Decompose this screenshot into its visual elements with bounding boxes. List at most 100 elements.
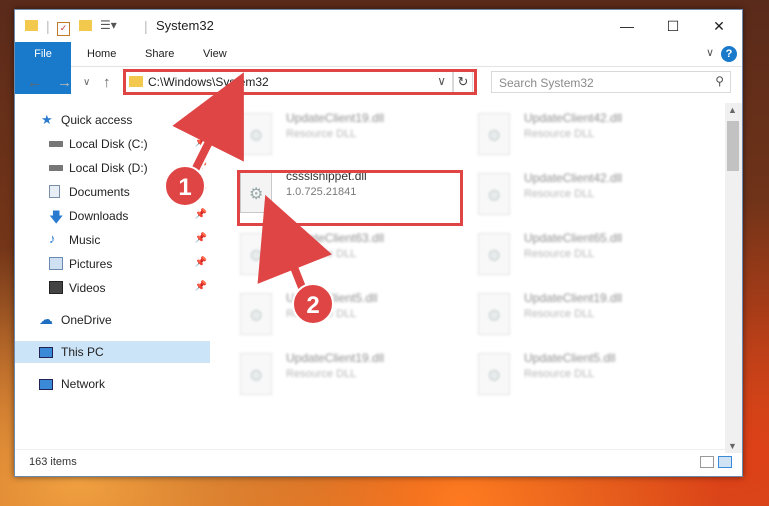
search-box[interactable]: ⚲ xyxy=(491,71,731,93)
sidebar-item-label: Downloads xyxy=(69,209,129,223)
sidebar-item-label: Documents xyxy=(69,185,130,199)
scroll-up-icon[interactable]: ▲ xyxy=(728,105,737,115)
properties-icon[interactable]: ✓ xyxy=(57,18,70,36)
back-button[interactable]: ← xyxy=(27,74,42,91)
sidebar-item-label: Quick access xyxy=(61,113,133,127)
file-name: UpdateClient42.dll xyxy=(524,171,623,185)
music-icon: ♪ xyxy=(49,231,56,246)
dll-file-icon xyxy=(478,293,510,335)
dll-file-icon xyxy=(240,233,272,275)
window-title: System32 xyxy=(156,18,214,33)
tab-home[interactable]: Home xyxy=(87,42,116,66)
list-item[interactable]: UpdateClient65.dll Resource DLL xyxy=(474,229,694,281)
file-name: UpdateClient65.dll xyxy=(524,231,623,245)
tab-view[interactable]: View xyxy=(203,42,227,66)
sidebar-item-label: This PC xyxy=(61,345,104,359)
sidebar-item-quick-access[interactable]: ★ Quick access xyxy=(15,109,210,131)
pictures-icon xyxy=(49,257,63,270)
pin-icon: 📌 xyxy=(194,257,207,268)
step-2-badge: 2 xyxy=(292,283,334,325)
navigation-bar: ← → ∨ ↑ C:\Windows\System32 ∨ ↻ ⚲ xyxy=(15,67,742,99)
dll-file-icon xyxy=(478,173,510,215)
title-bar: | ✓ ☰▾ | System32 — ☐ ✕ xyxy=(15,10,742,42)
list-item[interactable]: UpdateClient5.dll Resource DLL xyxy=(474,349,694,401)
minimize-button[interactable]: — xyxy=(604,10,650,42)
file-name: UpdateClient19.dll xyxy=(286,111,385,125)
sidebar-item-label: Network xyxy=(61,377,106,391)
download-icon: 🡇 xyxy=(49,209,64,225)
drive-icon xyxy=(49,141,63,147)
file-explorer-window: | ✓ ☰▾ | System32 — ☐ ✕ File Home Share … xyxy=(14,9,743,477)
file-description: Resource DLL xyxy=(286,248,357,260)
file-description: Resource DLL xyxy=(524,248,595,260)
dll-file-icon xyxy=(478,113,510,155)
star-icon: ★ xyxy=(41,112,53,127)
list-item[interactable]: UpdateClient42.dll Resource DLL xyxy=(474,109,694,161)
sidebar-item-local-disk-c[interactable]: Local Disk (C:) 📌 xyxy=(15,133,210,155)
separator: | xyxy=(46,18,50,34)
videos-icon xyxy=(49,281,63,294)
computer-icon xyxy=(39,347,53,358)
list-item[interactable]: UpdateClient19.dll Resource DLL xyxy=(236,109,456,161)
tab-share[interactable]: Share xyxy=(145,42,174,66)
sidebar-item-label: Pictures xyxy=(69,257,113,271)
dll-file-icon xyxy=(240,353,272,395)
file-list: UpdateClient19.dll Resource DLL cssslsni… xyxy=(230,103,725,453)
separator: | xyxy=(144,18,148,34)
cloud-icon: ☁ xyxy=(39,311,53,327)
sidebar-item-label: Local Disk (D:) xyxy=(69,161,148,175)
recent-locations-button[interactable]: ∨ xyxy=(83,77,90,88)
drive-icon xyxy=(49,165,63,171)
list-item[interactable]: UpdateClient19.dll Resource DLL xyxy=(474,289,694,341)
folder-icon xyxy=(25,18,38,34)
help-icon[interactable]: ? xyxy=(721,46,737,62)
file-description: Resource DLL xyxy=(524,128,595,140)
file-name: UpdateClient63.dll xyxy=(286,231,385,245)
expand-ribbon-icon[interactable]: ∨ xyxy=(706,46,714,59)
list-item[interactable]: UpdateClient5.dll Resource DLL xyxy=(236,289,456,341)
navigation-pane: ★ Quick access Local Disk (C:) 📌 Local D… xyxy=(15,103,210,453)
file-highlight-box xyxy=(237,170,463,226)
list-item[interactable]: UpdateClient42.dll Resource DLL xyxy=(474,169,694,221)
customize-toolbar-icon[interactable]: ☰▾ xyxy=(100,18,117,32)
sidebar-item-label: Music xyxy=(69,233,101,247)
file-description: Resource DLL xyxy=(524,308,595,320)
ribbon: File Home Share View ∨ ? xyxy=(15,42,742,94)
pin-icon: 📌 xyxy=(194,209,207,220)
dll-file-icon xyxy=(478,233,510,275)
pin-icon: 📌 xyxy=(194,281,207,292)
vertical-scrollbar[interactable]: ▲ ▼ xyxy=(725,103,742,453)
sidebar-item-videos[interactable]: Videos 📌 xyxy=(15,277,210,299)
search-icon: ⚲ xyxy=(715,74,724,88)
file-description: Resource DLL xyxy=(286,368,357,380)
forward-button[interactable]: → xyxy=(57,74,72,91)
pin-icon: 📌 xyxy=(194,137,207,148)
scrollbar-thumb[interactable] xyxy=(727,121,739,171)
large-icons-view-icon[interactable] xyxy=(718,456,732,468)
sidebar-item-network[interactable]: Network xyxy=(15,373,210,395)
sidebar-item-pictures[interactable]: Pictures 📌 xyxy=(15,253,210,275)
file-name: UpdateClient42.dll xyxy=(524,111,623,125)
item-count: 163 items xyxy=(29,456,77,468)
dll-file-icon xyxy=(240,293,272,335)
address-highlight-box xyxy=(123,69,477,95)
list-item[interactable]: UpdateClient19.dll Resource DLL xyxy=(236,349,456,401)
details-view-icon[interactable] xyxy=(700,456,714,468)
search-input[interactable] xyxy=(497,74,701,92)
up-button[interactable]: ↑ xyxy=(103,74,111,91)
sidebar-item-onedrive[interactable]: ☁ OneDrive xyxy=(15,309,210,331)
maximize-button[interactable]: ☐ xyxy=(650,10,696,42)
dll-file-icon xyxy=(478,353,510,395)
documents-icon xyxy=(49,185,60,198)
file-description: Resource DLL xyxy=(524,368,595,380)
list-item[interactable]: UpdateClient63.dll Resource DLL xyxy=(236,229,456,281)
network-icon xyxy=(39,379,53,390)
close-button[interactable]: ✕ xyxy=(696,10,742,42)
sidebar-item-this-pc[interactable]: This PC xyxy=(15,341,210,363)
dll-file-icon xyxy=(240,113,272,155)
sidebar-item-downloads[interactable]: 🡇 Downloads 📌 xyxy=(15,205,210,227)
sidebar-item-music[interactable]: ♪ Music 📌 xyxy=(15,229,210,251)
pin-icon: 📌 xyxy=(194,233,207,244)
sidebar-item-label: OneDrive xyxy=(61,313,112,327)
new-folder-icon[interactable] xyxy=(79,18,92,34)
